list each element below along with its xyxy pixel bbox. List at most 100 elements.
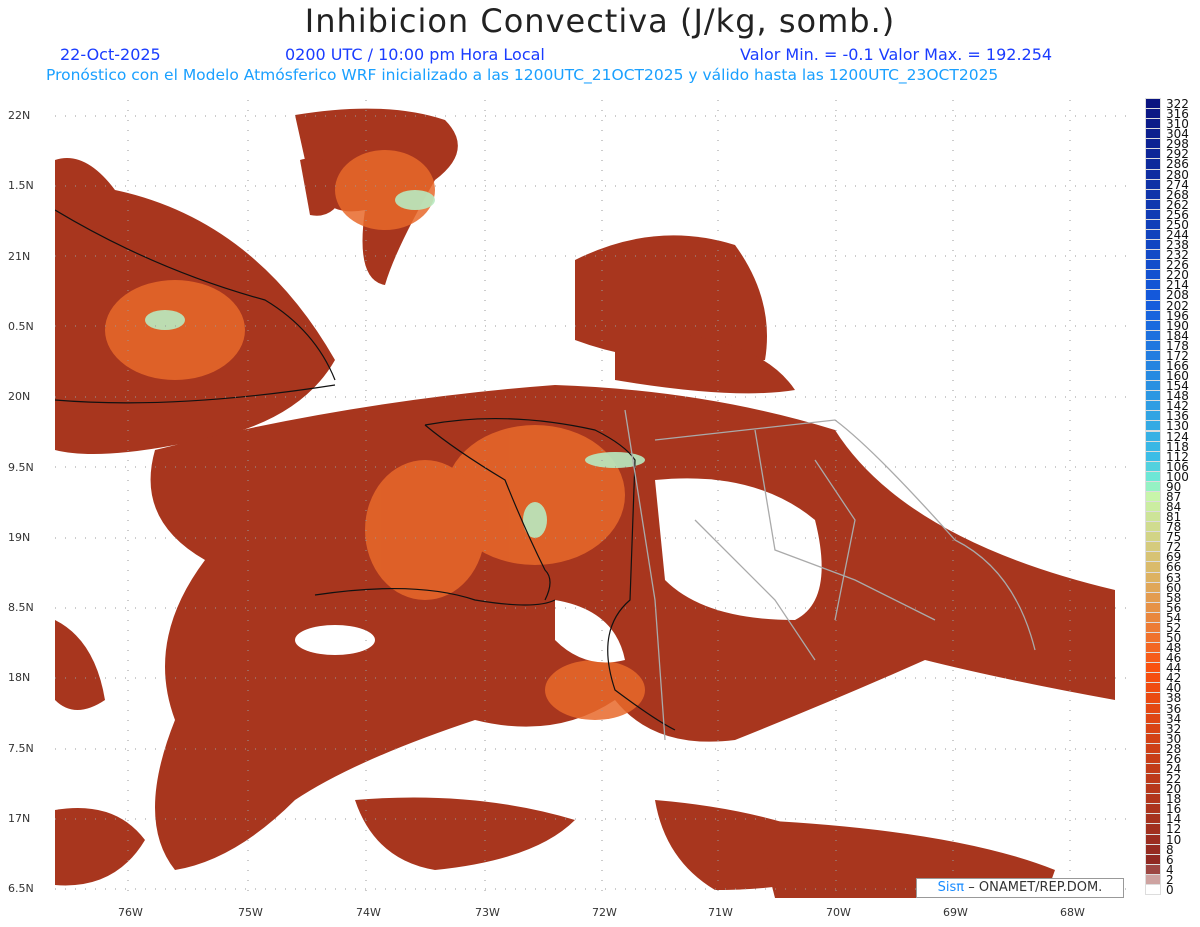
colorbar-swatch <box>1145 430 1161 442</box>
lat-tick-label: 8.5N <box>8 601 34 615</box>
colorbar-swatch <box>1145 752 1161 764</box>
colorbar-swatch <box>1145 460 1161 472</box>
colorbar-swatch <box>1145 773 1161 785</box>
colorbar-swatch <box>1145 279 1161 291</box>
colorbar-swatch <box>1145 178 1161 190</box>
lat-tick-label: 20N <box>8 390 31 404</box>
lon-tick-label: 73W <box>475 906 500 919</box>
colorbar-swatch <box>1145 521 1161 533</box>
colorbar-swatch <box>1145 138 1161 150</box>
colorbar-swatch <box>1145 702 1161 714</box>
colorbar-swatch <box>1145 168 1161 180</box>
lon-tick-label: 68W <box>1060 906 1085 919</box>
colorbar-swatch <box>1145 662 1161 674</box>
colorbar-swatch <box>1145 299 1161 311</box>
colorbar-swatch <box>1145 380 1161 392</box>
colorbar-swatch <box>1145 873 1161 885</box>
lat-tick-label: 9.5N <box>8 460 34 474</box>
colorbar-swatch <box>1145 420 1161 432</box>
colorbar-swatch <box>1145 329 1161 341</box>
colorbar-swatch <box>1145 722 1161 734</box>
colorbar-swatch <box>1145 581 1161 593</box>
colorbar-swatch <box>1145 118 1161 130</box>
colorbar-swatch <box>1145 249 1161 261</box>
colorbar-swatch <box>1145 470 1161 482</box>
colorbar-swatch <box>1145 239 1161 251</box>
forecast-date: 22-Oct-2025 <box>60 45 161 64</box>
colorbar-swatch <box>1145 883 1161 895</box>
map-title: Inhibicion Convectiva (J/kg, somb.) <box>304 2 896 40</box>
lon-tick-label: 76W <box>118 906 143 919</box>
colorbar-swatch <box>1145 672 1161 684</box>
colorbar-swatch <box>1145 551 1161 563</box>
lat-tick-label: 21N <box>8 249 31 263</box>
colorbar-swatch <box>1145 218 1161 230</box>
colorbar-swatch <box>1145 108 1161 120</box>
colorbar-swatch <box>1145 511 1161 523</box>
model-info: Pronóstico con el Modelo Atmósferico WRF… <box>46 66 999 84</box>
lat-tick-label: 6.5N <box>8 882 34 896</box>
sispi-logo: Sisπ <box>937 880 965 895</box>
colorbar-swatch <box>1145 188 1161 200</box>
lon-tick-label: 69W <box>943 906 968 919</box>
colorbar-swatch <box>1145 390 1161 402</box>
colorbar-swatch <box>1145 793 1161 805</box>
cin-map <box>55 100 1135 898</box>
colorbar-swatch <box>1145 783 1161 795</box>
colorbar-swatch <box>1145 349 1161 361</box>
colorbar-swatch <box>1145 813 1161 825</box>
colorbar-swatch <box>1145 410 1161 422</box>
colorbar-swatch <box>1145 269 1161 281</box>
colorbar-swatch <box>1145 611 1161 623</box>
lat-tick-label: 17N <box>8 812 31 825</box>
colorbar-swatch <box>1145 803 1161 815</box>
lat-tick-label: 7.5N <box>8 741 34 755</box>
colorbar-swatch <box>1145 97 1161 110</box>
colorbar-swatch <box>1145 259 1161 271</box>
colorbar-swatch <box>1145 541 1161 553</box>
colorbar-swatch <box>1145 158 1161 170</box>
lon-tick-label: 74W <box>356 906 381 919</box>
colorbar-swatch <box>1145 642 1161 654</box>
colorbar-swatch <box>1145 833 1161 845</box>
colorbar-swatch <box>1145 228 1161 241</box>
forecast-time: 0200 UTC / 10:00 pm Hora Local <box>285 45 545 64</box>
credit-box: Sisπ – ONAMET/REP.DOM. <box>916 878 1124 898</box>
lon-tick-label: 70W <box>826 906 851 919</box>
colorbar-swatch <box>1145 682 1161 694</box>
colorbar-swatch <box>1145 309 1161 321</box>
colorbar-swatch <box>1145 490 1161 503</box>
colorbar-swatch <box>1145 712 1161 724</box>
colorbar-swatch <box>1145 480 1161 492</box>
colorbar-swatch <box>1145 571 1161 583</box>
min-max-values: Valor Min. = -0.1 Valor Max. = 192.254 <box>740 45 1053 64</box>
colorbar-swatch <box>1145 128 1161 140</box>
lat-tick-label: 1.5N <box>8 179 34 193</box>
colorbar-swatch <box>1145 198 1161 210</box>
colorbar-swatch <box>1145 621 1161 634</box>
colorbar-swatch <box>1145 208 1161 220</box>
credit-text: – ONAMET/REP.DOM. <box>968 880 1103 895</box>
colorbar-swatch <box>1145 359 1161 372</box>
colorbar-swatch <box>1145 823 1161 835</box>
lat-tick-label: 19N <box>8 530 31 544</box>
colorbar-swatch <box>1145 601 1161 613</box>
colorbar-swatch <box>1145 501 1161 513</box>
colorbar-swatch <box>1145 561 1161 573</box>
colorbar-swatch <box>1145 762 1161 775</box>
colorbar-swatch <box>1145 863 1161 875</box>
colorbar-swatch <box>1145 400 1161 412</box>
colorbar-swatch <box>1145 339 1161 351</box>
lat-tick-label: 18N <box>8 671 31 685</box>
colorbar-swatch <box>1145 289 1161 301</box>
colorbar-swatch <box>1145 370 1161 382</box>
colorbar-swatch <box>1145 843 1161 855</box>
lat-tick-label: 22N <box>8 109 31 122</box>
colorbar-swatch <box>1145 450 1161 462</box>
lon-tick-label: 71W <box>708 906 733 919</box>
colorbar-swatch <box>1145 732 1161 744</box>
colorbar-swatch <box>1145 319 1161 331</box>
colorbar-label: 0 <box>1166 882 1174 897</box>
colorbar-swatch <box>1145 440 1161 452</box>
colorbar-swatch <box>1145 632 1161 644</box>
